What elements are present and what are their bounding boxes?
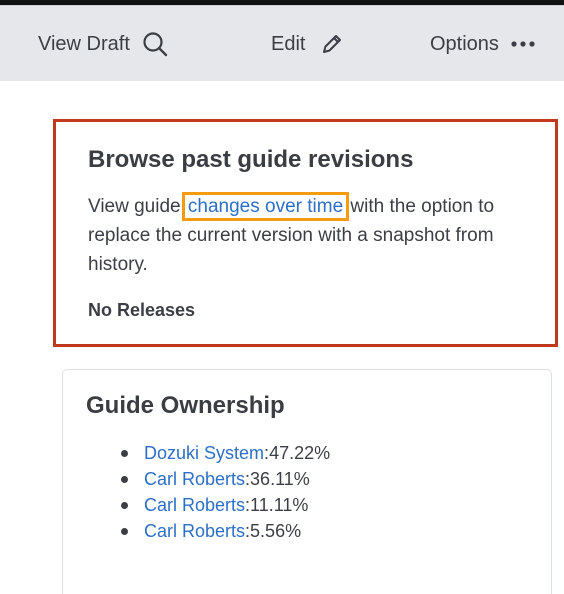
options-button[interactable]: Options: [430, 6, 535, 82]
view-draft-button[interactable]: View Draft: [38, 6, 168, 82]
ownership-title: Guide Ownership: [86, 392, 285, 419]
revisions-description: View guide changes over time with the op…: [88, 192, 533, 279]
owner-link[interactable]: Carl Roberts: [144, 469, 245, 490]
owner-percent: 36.11%: [250, 468, 310, 489]
owner-percent: 47.22%: [269, 442, 331, 463]
ellipsis-icon: [511, 40, 535, 48]
bullet-icon: [121, 449, 128, 457]
view-draft-label: View Draft: [38, 32, 130, 55]
owner-percent: 11.11%: [250, 494, 309, 515]
guide-ownership-panel: Guide Ownership Dozuki System: 47.22% Ca…: [62, 369, 552, 594]
revisions-text-before: View guide: [88, 196, 186, 217]
edit-label: Edit: [271, 32, 306, 55]
owner-link[interactable]: Carl Roberts: [144, 495, 245, 516]
bullet-icon: [121, 527, 128, 535]
list-item: Carl Roberts: 11.11%: [121, 492, 330, 518]
ownership-list: Dozuki System: 47.22% Carl Roberts: 36.1…: [121, 440, 330, 544]
revisions-title: Browse past guide revisions: [88, 146, 414, 173]
list-item: Carl Roberts: 5.56%: [121, 518, 330, 544]
changes-over-time-link[interactable]: changes over time: [181, 192, 350, 221]
edit-button[interactable]: Edit: [271, 6, 343, 82]
owner-link[interactable]: Carl Roberts: [144, 521, 245, 542]
list-item: Carl Roberts: 36.11%: [121, 466, 330, 492]
bullet-icon: [121, 475, 128, 483]
bullet-icon: [121, 501, 128, 509]
guide-revisions-panel: Browse past guide revisions View guide c…: [53, 119, 558, 347]
options-label: Options: [430, 32, 499, 55]
owner-percent: 5.56%: [250, 520, 302, 541]
releases-status: No Releases: [88, 300, 196, 320]
pencil-icon: [321, 33, 343, 55]
owner-link[interactable]: Dozuki System: [144, 443, 264, 464]
guide-toolbar: View Draft Edit Options: [0, 5, 564, 81]
search-icon: [142, 31, 168, 57]
list-item: Dozuki System: 47.22%: [121, 440, 330, 466]
